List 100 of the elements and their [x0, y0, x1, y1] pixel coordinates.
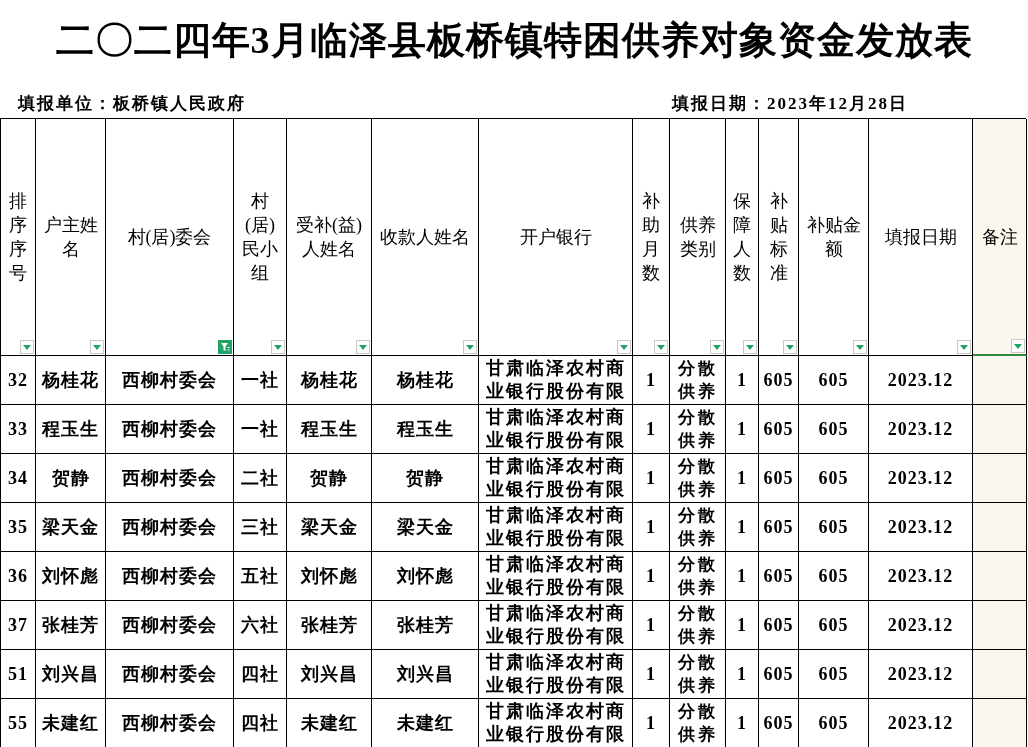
filter-dropdown-button[interactable] — [20, 340, 34, 354]
row-number: 37 — [8, 613, 28, 637]
payee-name: 贺静 — [406, 466, 444, 490]
subsidy-standard: 605 — [763, 515, 794, 539]
column-header: 村(居)委会 — [106, 119, 234, 356]
filter-dropdown-button[interactable] — [90, 340, 104, 354]
report-date-cell: 2023.12 — [887, 466, 954, 490]
beneficiary-name: 张桂芳 — [300, 613, 358, 637]
village-group: 一社 — [241, 368, 279, 392]
subsidy-amount: 605 — [818, 613, 849, 637]
persons-count: 1 — [737, 564, 747, 588]
bank-name: 甘肃临泽农村商业银行股份有限 — [484, 553, 627, 599]
persons-count: 1 — [737, 613, 747, 637]
filter-dropdown-button[interactable] — [356, 340, 370, 354]
persons-count: 1 — [737, 711, 747, 735]
subsidy-standard: 605 — [763, 417, 794, 441]
filter-dropdown-button[interactable] — [957, 340, 971, 354]
months-count: 1 — [646, 417, 656, 441]
persons-count: 1 — [737, 368, 747, 392]
column-header: 补助月数 — [633, 119, 670, 356]
household-head-name: 张桂芳 — [42, 613, 99, 637]
payee-name: 程玉生 — [396, 417, 454, 441]
row-number: 33 — [8, 417, 28, 441]
support-type: 分散供养 — [676, 358, 719, 403]
subsidy-amount: 605 — [818, 662, 849, 686]
household-head-name: 未建红 — [42, 711, 99, 735]
village-group: 六社 — [241, 613, 279, 637]
support-type: 分散供养 — [676, 603, 719, 648]
village-group: 四社 — [241, 711, 279, 735]
filter-dropdown-button[interactable] — [743, 340, 757, 354]
payee-name: 刘怀彪 — [396, 564, 454, 588]
months-count: 1 — [646, 564, 656, 588]
support-type: 分散供养 — [676, 407, 719, 452]
subsidy-standard: 605 — [763, 662, 794, 686]
payee-name: 张桂芳 — [396, 613, 454, 637]
sheet-title: 二〇二四年3月临泽县板桥镇特困供养对象资金发放表 — [55, 17, 973, 63]
subsidy-amount: 605 — [818, 368, 849, 392]
months-count: 1 — [646, 613, 656, 637]
bank-name: 甘肃临泽农村商业银行股份有限 — [484, 406, 627, 452]
subsidy-amount: 605 — [818, 515, 849, 539]
payee-name: 梁天金 — [396, 515, 454, 539]
filter-dropdown-button[interactable] — [853, 340, 867, 354]
caret-icon — [466, 344, 474, 350]
report-date-cell: 2023.12 — [887, 564, 954, 588]
support-type: 分散供养 — [676, 456, 719, 501]
column-header: 村(居)民小组 — [234, 119, 287, 356]
column-header: 供养类别 — [670, 119, 726, 356]
village-committee: 西柳村委会 — [122, 466, 217, 490]
persons-count: 1 — [737, 466, 747, 490]
beneficiary-name: 刘兴昌 — [300, 662, 358, 686]
household-head-name: 程玉生 — [42, 417, 99, 441]
subsidy-amount: 605 — [818, 711, 849, 735]
filter-dropdown-button[interactable] — [271, 340, 285, 354]
village-committee: 西柳村委会 — [122, 417, 217, 441]
subsidy-amount: 605 — [818, 564, 849, 588]
payee-name: 刘兴昌 — [396, 662, 454, 686]
persons-count: 1 — [737, 662, 747, 686]
filter-dropdown-button[interactable] — [654, 340, 668, 354]
caret-icon — [620, 344, 628, 350]
filter-dropdown-button[interactable] — [710, 340, 724, 354]
filter-dropdown-button[interactable] — [463, 340, 477, 354]
months-count: 1 — [646, 662, 656, 686]
village-group: 三社 — [241, 515, 279, 539]
bank-name: 甘肃临泽农村商业银行股份有限 — [484, 700, 627, 746]
column-header: 补贴金额 — [799, 119, 869, 356]
filter-dropdown-button[interactable] — [783, 340, 797, 354]
column-header: 排序序号 — [1, 119, 36, 356]
bank-name: 甘肃临泽农村商业银行股份有限 — [484, 651, 627, 697]
filter-icon — [220, 342, 230, 352]
village-committee: 西柳村委会 — [122, 368, 217, 392]
row-number: 55 — [8, 711, 28, 735]
months-count: 1 — [646, 466, 656, 490]
beneficiary-name: 未建红 — [300, 711, 358, 735]
bank-name: 甘肃临泽农村商业银行股份有限 — [484, 357, 627, 403]
caret-icon — [856, 344, 864, 350]
months-count: 1 — [646, 368, 656, 392]
village-group: 一社 — [241, 417, 279, 441]
village-group: 五社 — [241, 564, 279, 588]
village-committee: 西柳村委会 — [122, 662, 217, 686]
caret-icon — [713, 344, 721, 350]
column-header: 户主姓名 — [36, 119, 106, 356]
village-committee: 西柳村委会 — [122, 711, 217, 735]
subsidy-standard: 605 — [763, 613, 794, 637]
row-number: 51 — [8, 662, 28, 686]
caret-icon — [274, 344, 282, 350]
months-count: 1 — [646, 515, 656, 539]
household-head-name: 刘兴昌 — [42, 662, 99, 686]
report-date-cell: 2023.12 — [887, 711, 954, 735]
report-date-cell: 2023.12 — [887, 515, 954, 539]
column-header: 受补(益)人姓名 — [287, 119, 372, 356]
filter-active-button[interactable] — [218, 340, 232, 354]
filter-dropdown-button[interactable] — [1011, 339, 1025, 353]
support-type: 分散供养 — [676, 554, 719, 599]
beneficiary-name: 程玉生 — [300, 417, 358, 441]
filter-dropdown-button[interactable] — [617, 340, 631, 354]
household-head-name: 刘怀彪 — [42, 564, 99, 588]
bank-name: 甘肃临泽农村商业银行股份有限 — [484, 602, 627, 648]
beneficiary-name: 梁天金 — [300, 515, 358, 539]
caret-icon — [786, 344, 794, 350]
persons-count: 1 — [737, 417, 747, 441]
